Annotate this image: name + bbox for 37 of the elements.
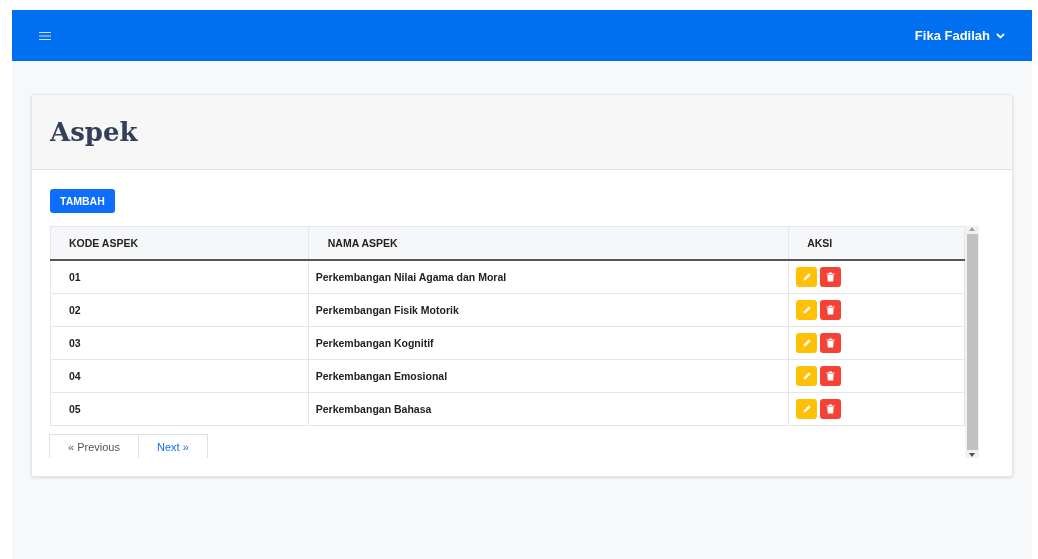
delete-button[interactable]: [820, 300, 842, 320]
delete-button[interactable]: [820, 399, 842, 419]
trash-icon: [826, 272, 836, 282]
table-cell: 02: [50, 293, 309, 327]
pencil-icon: [801, 404, 812, 414]
pencil-icon: [801, 305, 812, 315]
table-cell: Perkembangan Bahasa: [308, 392, 789, 426]
table-cell: Perkembangan Emosional: [308, 359, 789, 393]
scrollbar[interactable]: [965, 226, 979, 458]
delete-button[interactable]: [820, 267, 842, 287]
table-cell: Perkembangan Kognitif: [308, 326, 789, 360]
table-cell: 01: [50, 260, 309, 294]
scroll-down-icon[interactable]: [968, 452, 976, 458]
table-cell: 04: [50, 359, 309, 393]
menu-icon[interactable]: [38, 30, 52, 41]
user-menu[interactable]: Fika Fadilah: [914, 28, 1005, 43]
trash-icon: [826, 338, 836, 348]
delete-button[interactable]: [820, 366, 842, 386]
pencil-icon: [801, 272, 812, 282]
scroll-up-icon[interactable]: [968, 226, 976, 232]
table-cell: Perkembangan Fisik Motorik: [308, 293, 789, 327]
table-cell: 03: [50, 326, 309, 360]
trash-icon: [826, 404, 836, 414]
trash-icon: [826, 305, 836, 315]
trash-icon: [826, 371, 836, 381]
delete-button[interactable]: [820, 333, 842, 353]
column-header: AKSI: [788, 226, 965, 260]
table-cell: Perkembangan Nilai Agama dan Moral: [308, 260, 789, 294]
page-title: Aspek: [50, 117, 138, 147]
table-cell: 05: [50, 392, 309, 426]
pencil-icon: [801, 371, 812, 381]
chevron-down-icon: [996, 32, 1005, 39]
column-header: KODE ASPEK: [50, 226, 309, 260]
pagination-link[interactable]: Next »: [138, 434, 208, 458]
add-button[interactable]: TAMBAH: [50, 189, 115, 213]
pencil-icon: [801, 338, 812, 348]
column-header: NAMA ASPEK: [308, 226, 789, 260]
